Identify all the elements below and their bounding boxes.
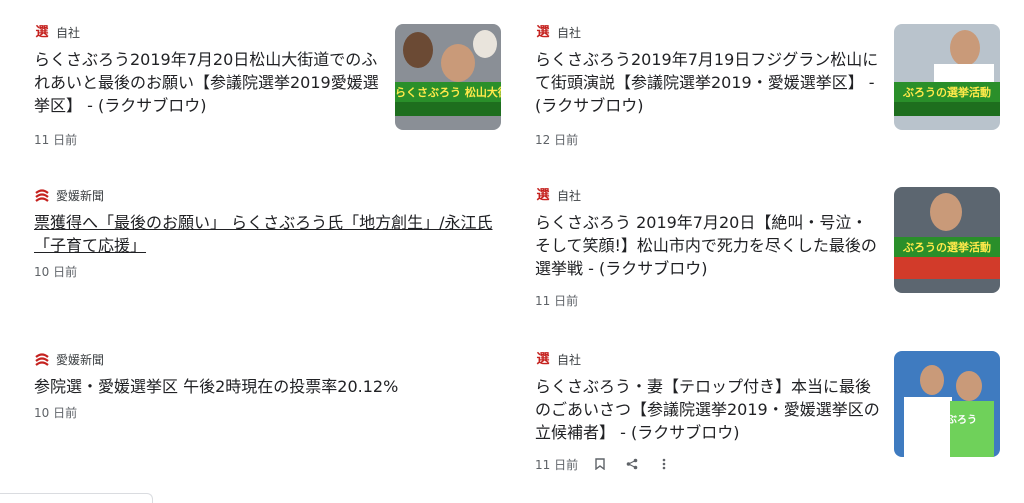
article-source: 選 自社 bbox=[536, 188, 582, 203]
article-source: 選 自社 bbox=[35, 25, 81, 40]
ehime-shimbun-logo-icon bbox=[34, 352, 50, 368]
article-title[interactable]: らくさぶろう2019年7月19日フジグラン松山にて街頭演説【参議院選挙2019・… bbox=[535, 48, 880, 117]
thumbnail-caption: らくさぶろう bbox=[917, 415, 977, 426]
article-card[interactable]: 愛媛新聞 参院選・愛媛選挙区 午後2時現在の投票率20.12% 10 日前 bbox=[34, 351, 504, 420]
election-source-icon: 選 bbox=[35, 25, 49, 40]
article-title[interactable]: 参院選・愛媛選挙区 午後2時現在の投票率20.12% bbox=[34, 375, 504, 398]
election-source-icon: 選 bbox=[536, 188, 550, 203]
article-card[interactable]: 選 自社 らくさぶろう 2019年7月20日【絶叫・号泣・そして笑顔!】松山市内… bbox=[535, 187, 880, 308]
article-time: 10 日前 bbox=[34, 264, 78, 279]
article-time: 11 日前 bbox=[34, 132, 78, 147]
ehime-shimbun-logo-icon bbox=[34, 188, 50, 204]
article-time: 10 日前 bbox=[34, 405, 78, 420]
article-meta: 12 日前 bbox=[535, 131, 880, 147]
article-time: 11 日前 bbox=[535, 293, 579, 308]
article-meta: 11 日前 bbox=[535, 292, 880, 308]
election-source-icon: 選 bbox=[536, 352, 550, 367]
article-thumbnail[interactable]: ぶろうの選挙活動 bbox=[894, 24, 1000, 130]
election-source-icon: 選 bbox=[536, 25, 550, 40]
article-meta: 10 日前 bbox=[34, 263, 504, 279]
article-thumbnail[interactable]: らくさぶろう 松山大街道 bbox=[395, 24, 501, 130]
article-source: 愛媛新聞 bbox=[34, 351, 504, 369]
article-source: 選 自社 bbox=[536, 25, 582, 40]
article-source: 愛媛新聞 bbox=[34, 187, 504, 205]
article-title[interactable]: らくさぶろう・妻【テロップ付き】本当に最後のごあいさつ【参議院選挙2019・愛媛… bbox=[535, 375, 880, 444]
article-card[interactable]: 選 自社 らくさぶろう・妻【テロップ付き】本当に最後のごあいさつ【参議院選挙20… bbox=[535, 351, 880, 472]
article-card[interactable]: 選 自社 らくさぶろう2019年7月20日松山大街道でのふれあいと最後のお願い【… bbox=[34, 24, 384, 147]
thumbnail-caption: ぶろうの選挙活動 bbox=[903, 241, 991, 254]
thumbnail-caption: ぶろうの選挙活動 bbox=[903, 86, 991, 99]
article-meta: 10 日前 bbox=[34, 404, 504, 420]
bookmark-icon[interactable] bbox=[590, 454, 610, 474]
article-meta: 11 日前 bbox=[535, 456, 880, 472]
thumbnail-caption: らくさぶろう 松山大街道 bbox=[395, 86, 501, 99]
article-meta: 11 日前 bbox=[34, 131, 384, 147]
article-time: 11 日前 bbox=[535, 457, 579, 472]
article-time: 12 日前 bbox=[535, 132, 579, 147]
article-title[interactable]: らくさぶろう 2019年7月20日【絶叫・号泣・そして笑顔!】松山市内で死力を尽… bbox=[535, 211, 880, 280]
article-card[interactable]: 愛媛新聞 票獲得へ「最後のお願い」 らくさぶろう氏「地方創生」/永江氏「子育て応… bbox=[34, 187, 504, 279]
article-thumbnail[interactable]: ぶろうの選挙活動 bbox=[894, 187, 1000, 293]
share-icon[interactable] bbox=[622, 454, 642, 474]
article-card[interactable]: 選 自社 らくさぶろう2019年7月19日フジグラン松山にて街頭演説【参議院選挙… bbox=[535, 24, 880, 147]
article-title[interactable]: 票獲得へ「最後のお願い」 らくさぶろう氏「地方創生」/永江氏「子育て応援」 bbox=[34, 211, 504, 257]
more-vert-icon[interactable] bbox=[654, 454, 674, 474]
article-source: 選 自社 bbox=[536, 352, 582, 367]
article-thumbnail[interactable]: らくさぶろう bbox=[894, 351, 1000, 457]
article-title[interactable]: らくさぶろう2019年7月20日松山大街道でのふれあいと最後のお願い【参議院選挙… bbox=[34, 48, 384, 117]
